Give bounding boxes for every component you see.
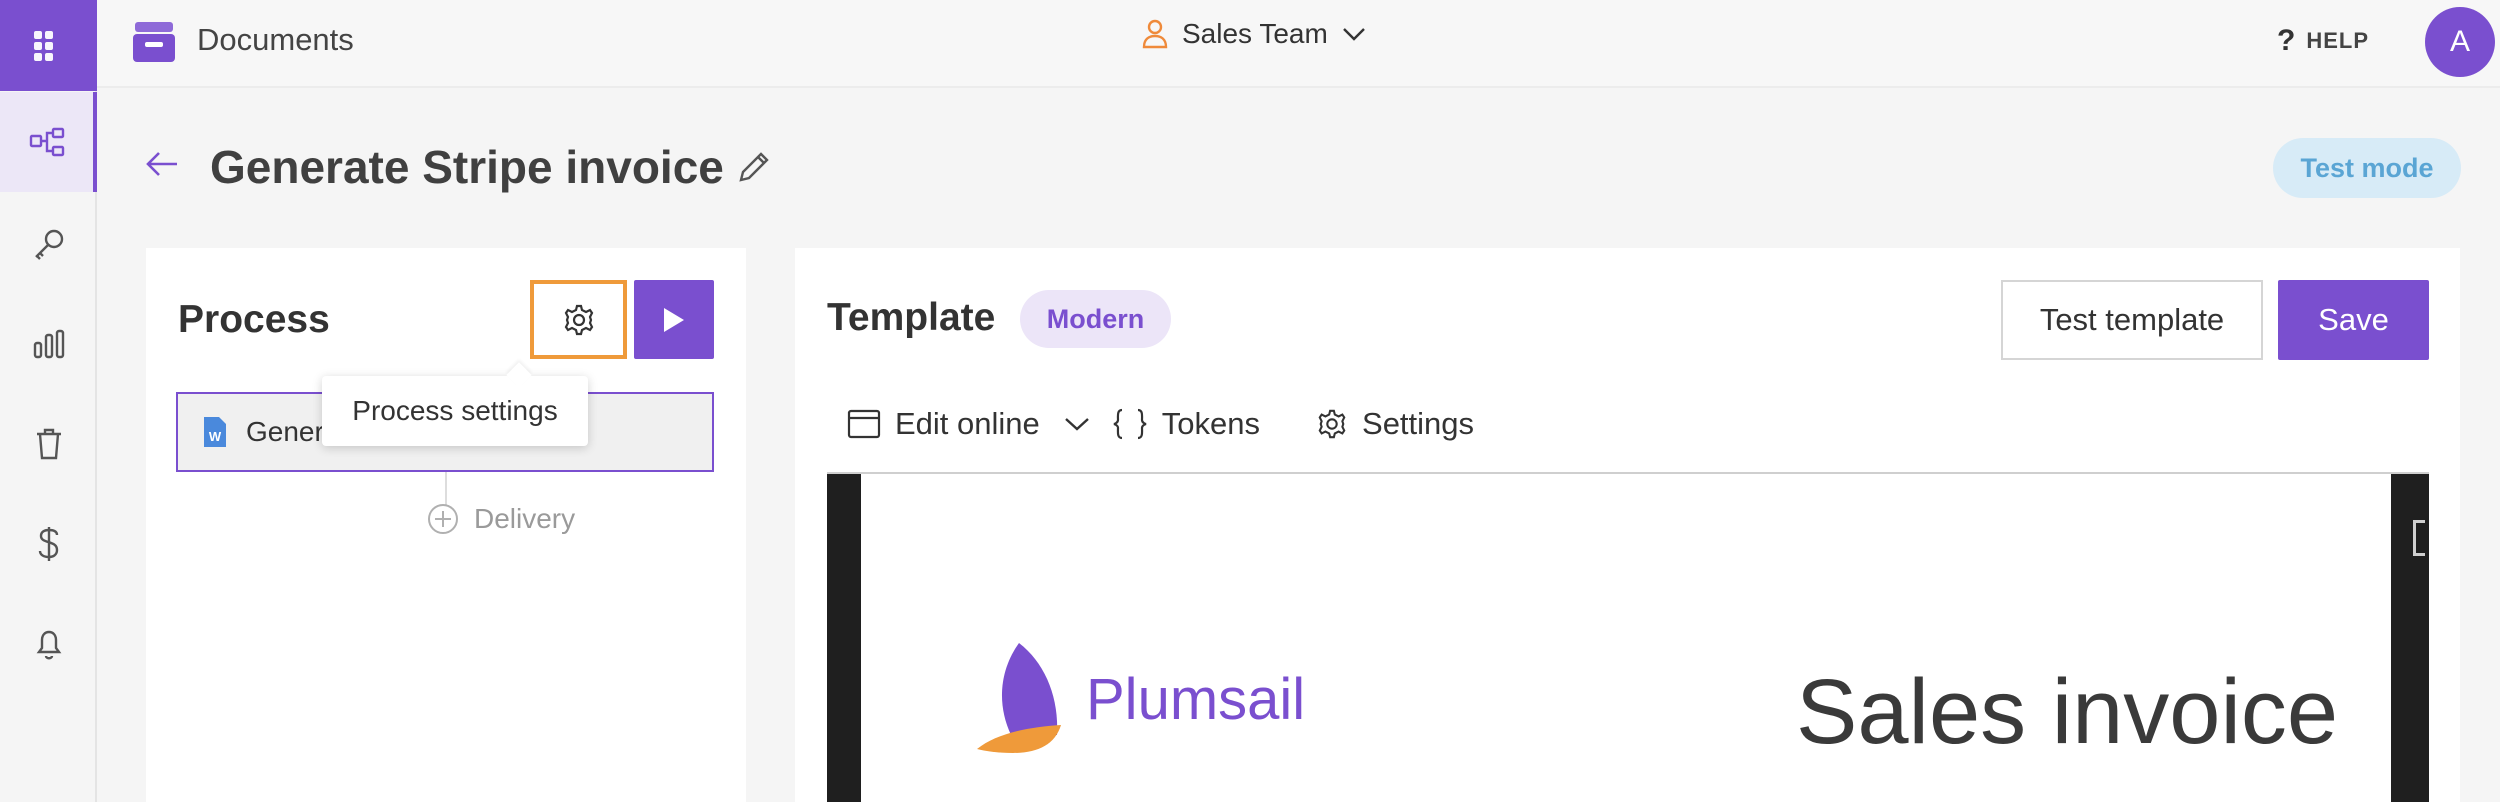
process-title: Process — [178, 298, 330, 341]
sidebar-item-reports[interactable] — [0, 294, 97, 394]
team-selector[interactable]: Sales Team — [1142, 18, 1366, 50]
team-name: Sales Team — [1182, 18, 1328, 49]
left-rail — [0, 0, 97, 802]
key-icon — [34, 229, 63, 260]
sidebar-item-processes[interactable] — [0, 92, 97, 192]
test-template-button[interactable]: Test template — [2001, 280, 2263, 360]
user-icon — [1142, 19, 1168, 49]
edit-online-button[interactable]: Edit online — [847, 406, 1090, 442]
save-button[interactable]: Save — [2278, 280, 2429, 360]
edit-pencil-icon[interactable] — [735, 150, 771, 191]
sidebar-item-billing[interactable] — [0, 494, 97, 594]
invoice-title: Sales invoice — [1796, 661, 2339, 763]
dollar-icon — [38, 527, 58, 561]
documents-logo-icon — [131, 20, 177, 69]
help-label: HELP — [2306, 28, 2370, 53]
svg-text:W: W — [209, 429, 222, 444]
template-title: Template — [827, 296, 996, 339]
page-title: Generate Stripe invoice — [210, 141, 724, 193]
plumsail-logo-icon — [971, 639, 1071, 764]
sidebar-item-trash[interactable] — [0, 394, 97, 494]
top-bar: Documents Sales Team ? HELP A — [97, 0, 2500, 88]
question-icon: ? — [2277, 24, 2297, 57]
delivery-label: Delivery — [474, 503, 576, 534]
process-panel: Process W Gener Delivery Process setting… — [146, 248, 746, 802]
template-panel: Template Modern Test template Save Edit … — [795, 248, 2460, 802]
process-settings-tooltip: Process settings — [322, 376, 588, 446]
tokens-label: Tokens — [1161, 406, 1261, 441]
run-process-button[interactable] — [634, 280, 714, 359]
edit-online-label: Edit online — [895, 406, 1040, 441]
gear-icon — [564, 304, 593, 335]
flow-icon — [29, 127, 64, 157]
template-settings-button[interactable]: Settings — [1316, 406, 1474, 442]
tokens-button[interactable]: Tokens — [1112, 406, 1260, 442]
settings-label: Settings — [1362, 406, 1475, 441]
document-page: Plumsail Sales invoice — [861, 474, 2391, 802]
apps-menu-button[interactable] — [0, 0, 97, 91]
back-arrow-icon[interactable] — [145, 150, 179, 183]
trash-icon — [36, 428, 61, 460]
help-link[interactable]: ? HELP — [2277, 24, 2369, 58]
add-delivery-button[interactable]: Delivery — [426, 502, 575, 536]
browser-window-icon — [847, 409, 881, 439]
apps-grid-icon — [33, 30, 53, 61]
braces-icon — [1113, 408, 1147, 440]
bar-chart-icon — [33, 329, 64, 359]
template-style-badge: Modern — [1020, 290, 1171, 348]
step-label: Gener — [246, 416, 324, 447]
chevron-down-icon — [1064, 418, 1089, 431]
play-icon — [664, 307, 684, 332]
avatar[interactable]: A — [2425, 7, 2495, 77]
plus-circle-icon — [428, 504, 458, 534]
sidebar-item-keys[interactable] — [0, 194, 97, 294]
plumsail-brand-text: Plumsail — [1086, 667, 1306, 732]
gear-icon — [1318, 409, 1346, 439]
scroll-handle — [2413, 520, 2425, 556]
process-settings-button[interactable] — [530, 280, 627, 359]
chevron-down-icon — [1342, 28, 1365, 41]
template-toolbar: Edit online Tokens Settings — [847, 406, 1474, 442]
test-mode-badge[interactable]: Test mode — [2273, 138, 2461, 198]
template-preview[interactable]: Plumsail Sales invoice — [827, 472, 2429, 802]
sidebar-item-notifications[interactable] — [0, 594, 97, 694]
app-name: Documents — [197, 22, 354, 57]
word-document-icon: W — [204, 417, 226, 447]
bell-icon — [36, 630, 61, 660]
